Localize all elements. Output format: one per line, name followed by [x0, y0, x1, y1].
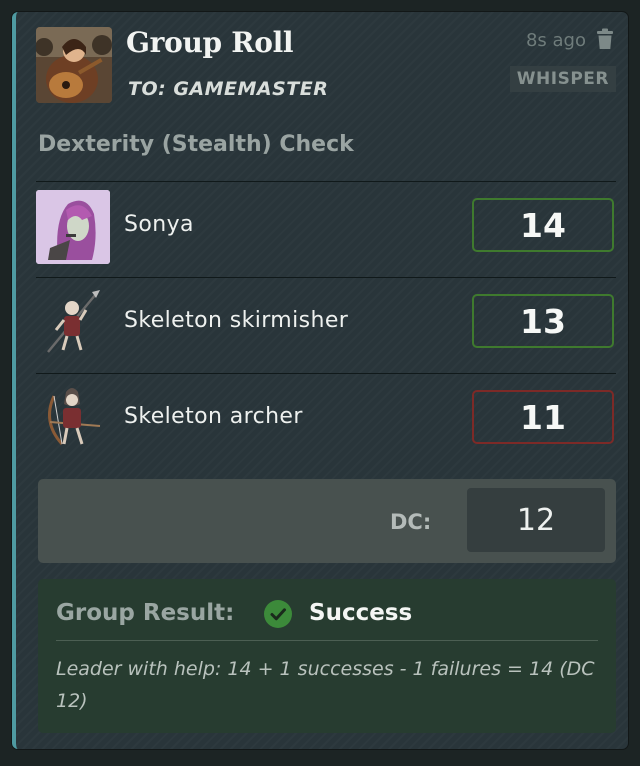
- row-name: Skeleton archer: [124, 404, 303, 429]
- divider: [36, 181, 616, 182]
- roll-total[interactable]: 13: [472, 294, 614, 348]
- speaker-portrait[interactable]: [36, 27, 112, 103]
- group-result-panel: Group Result: Success Leader with help: …: [38, 579, 616, 733]
- check-title: Dexterity (Stealth) Check: [38, 132, 354, 157]
- message-title: Group Roll: [126, 26, 294, 59]
- group-result-value: Success: [309, 600, 413, 626]
- check-circle-icon: [264, 600, 292, 628]
- result-divider: [56, 640, 598, 641]
- dc-panel: DC: 12: [38, 479, 616, 563]
- divider: [36, 373, 616, 374]
- sonya-portrait[interactable]: [36, 190, 110, 264]
- roll-total[interactable]: 14: [472, 198, 614, 252]
- divider: [36, 277, 616, 278]
- row-name: Skeleton skirmisher: [124, 308, 349, 333]
- group-result-label: Group Result:: [56, 600, 235, 626]
- dc-value[interactable]: 12: [467, 488, 605, 552]
- whisper-badge: WHISPER: [509, 66, 616, 92]
- skeleton-skirmisher-token[interactable]: [36, 286, 110, 360]
- message-recipient: TO: GAMEMASTER: [128, 78, 329, 100]
- group-result-detail: Leader with help: 14 + 1 successes - 1 f…: [56, 658, 595, 712]
- skeleton-archer-token[interactable]: [36, 382, 110, 456]
- row-name: Sonya: [124, 212, 194, 237]
- chat-message-card: Group Roll TO: GAMEMASTER 8s ago WHISPER…: [12, 12, 628, 749]
- dc-label: DC:: [390, 510, 432, 534]
- trash-icon[interactable]: [596, 28, 614, 50]
- roll-total[interactable]: 11: [472, 390, 614, 444]
- message-timestamp: 8s ago: [525, 30, 586, 51]
